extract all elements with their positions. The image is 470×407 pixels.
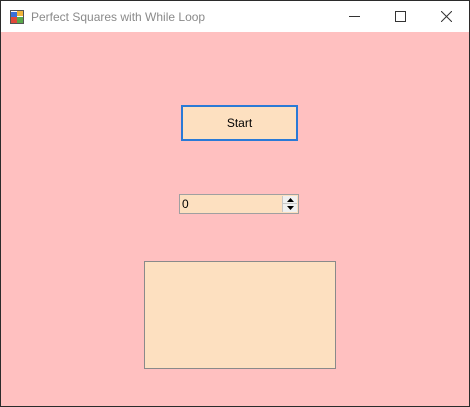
start-button[interactable]: Start: [181, 105, 298, 141]
close-icon: [440, 11, 452, 22]
app-window: Perfect Squares with While Loop Start 0: [0, 0, 470, 407]
spin-down-button[interactable]: [283, 204, 297, 212]
window-title: Perfect Squares with While Loop: [31, 10, 206, 24]
spin-buttons: [282, 196, 297, 212]
chevron-up-icon: [286, 197, 294, 202]
maximize-icon: [394, 11, 406, 22]
spin-up-button[interactable]: [283, 196, 297, 204]
minimize-icon: [348, 16, 360, 17]
stepper-value[interactable]: 0: [182, 197, 189, 211]
title-bar[interactable]: Perfect Squares with While Loop: [1, 1, 469, 32]
form-client-area: Start 0: [1, 32, 469, 406]
number-stepper[interactable]: 0: [179, 194, 299, 214]
close-button[interactable]: [423, 1, 469, 32]
chevron-down-icon: [286, 206, 294, 210]
output-textbox[interactable]: [144, 261, 336, 369]
app-icon: [10, 10, 24, 24]
minimize-button[interactable]: [331, 1, 377, 32]
maximize-button[interactable]: [377, 1, 423, 32]
